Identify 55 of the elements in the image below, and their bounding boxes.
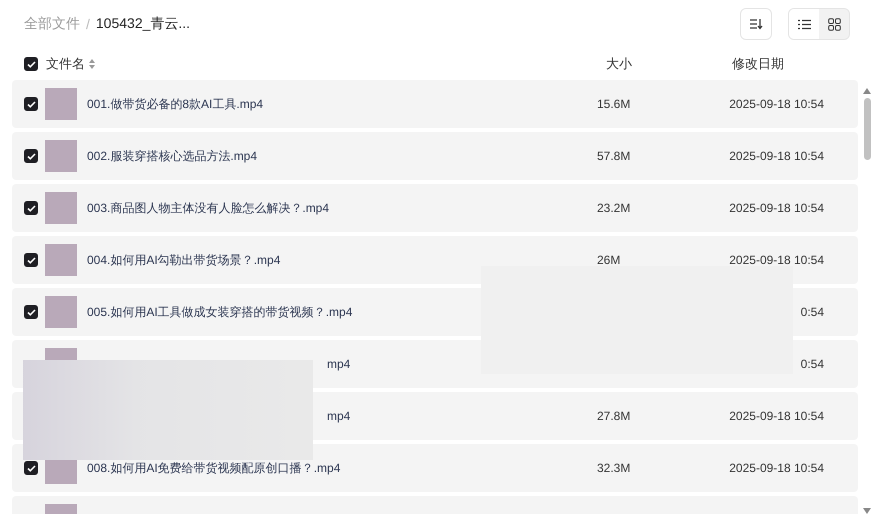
file-row[interactable]: 001.做带货必备的8款AI工具.mp4 15.6M 2025-09-18 10:54	[12, 80, 858, 128]
select-all-checkbox[interactable]	[24, 57, 38, 71]
list-view-button[interactable]	[789, 9, 819, 39]
modified-date: 2025-09-18 10:54	[729, 97, 824, 111]
row-checkbox[interactable]	[24, 253, 38, 267]
scroll-up-icon[interactable]	[863, 88, 871, 94]
video-thumbnail	[45, 296, 77, 328]
checkmark-icon	[26, 464, 36, 472]
sort-icon	[749, 18, 763, 30]
row-checkbox[interactable]	[24, 305, 38, 319]
file-name[interactable]: 001.做带货必备的8款AI工具.mp4	[87, 96, 597, 112]
breadcrumb-separator: /	[86, 16, 90, 32]
video-thumbnail	[45, 88, 77, 120]
sort-button[interactable]	[740, 8, 772, 40]
list-icon	[798, 18, 810, 30]
modified-date: 2025-09-18 10:54	[729, 201, 824, 215]
checkmark-icon	[26, 256, 36, 264]
file-name[interactable]: 004.如何用AI勾勒出带货场景？.mp4	[87, 252, 597, 268]
file-name[interactable]: 002.服装穿搭核心选品方法.mp4	[87, 148, 597, 164]
row-checkbox[interactable]	[24, 201, 38, 215]
modified-date: 2025-09-18 10:54	[729, 409, 824, 423]
checkmark-icon	[26, 308, 36, 316]
file-size: 23.2M	[597, 201, 630, 215]
file-name[interactable]: 008.如何用AI免费给带货视频配原创口播？.mp4	[87, 460, 597, 476]
row-checkbox[interactable]	[24, 149, 38, 163]
file-name[interactable]: 003.商品图人物主体没有人脸怎么解决？.mp4	[87, 200, 597, 216]
file-size: 27.8M	[597, 409, 630, 423]
column-header[interactable]: 修改日期	[732, 55, 784, 73]
video-thumbnail	[45, 244, 77, 276]
file-row[interactable]: 003.商品图人物主体没有人脸怎么解决？.mp4 23.2M 2025-09-18 10:54	[12, 184, 858, 232]
checkmark-icon	[26, 204, 36, 212]
row-checkbox[interactable]	[24, 461, 38, 475]
file-size: 15.6M	[597, 97, 630, 111]
modified-date: 2025-09-18 10:54	[729, 149, 824, 163]
video-thumbnail	[45, 140, 77, 172]
sort-arrows-icon	[89, 59, 95, 69]
checkmark-icon	[26, 152, 36, 160]
file-row[interactable]: 002.服装穿搭核心选品方法.mp4 57.8M 2025-09-18 10:54	[12, 132, 858, 180]
scroll-down-icon[interactable]	[863, 508, 871, 514]
checkmark-icon	[26, 60, 36, 68]
breadcrumb-current: 105432_青云...	[96, 15, 190, 33]
modified-date: 2025-09-18 10:54	[729, 253, 824, 267]
column-header[interactable]: 大小	[606, 55, 732, 73]
file-size: 32.3M	[597, 461, 630, 475]
modified-date: 0:54	[800, 357, 824, 371]
checkmark-icon	[26, 100, 36, 108]
file-size: 26M	[597, 253, 620, 267]
file-size: 57.8M	[597, 149, 630, 163]
video-thumbnail	[45, 192, 77, 224]
grid-icon	[828, 18, 840, 30]
column-header[interactable]: 文件名	[46, 55, 85, 73]
modified-date: 0:54	[800, 305, 824, 319]
row-checkbox[interactable]	[24, 97, 38, 111]
scrollbar-thumb[interactable]	[864, 98, 870, 160]
modified-date: 2025-09-18 10:54	[729, 461, 824, 475]
